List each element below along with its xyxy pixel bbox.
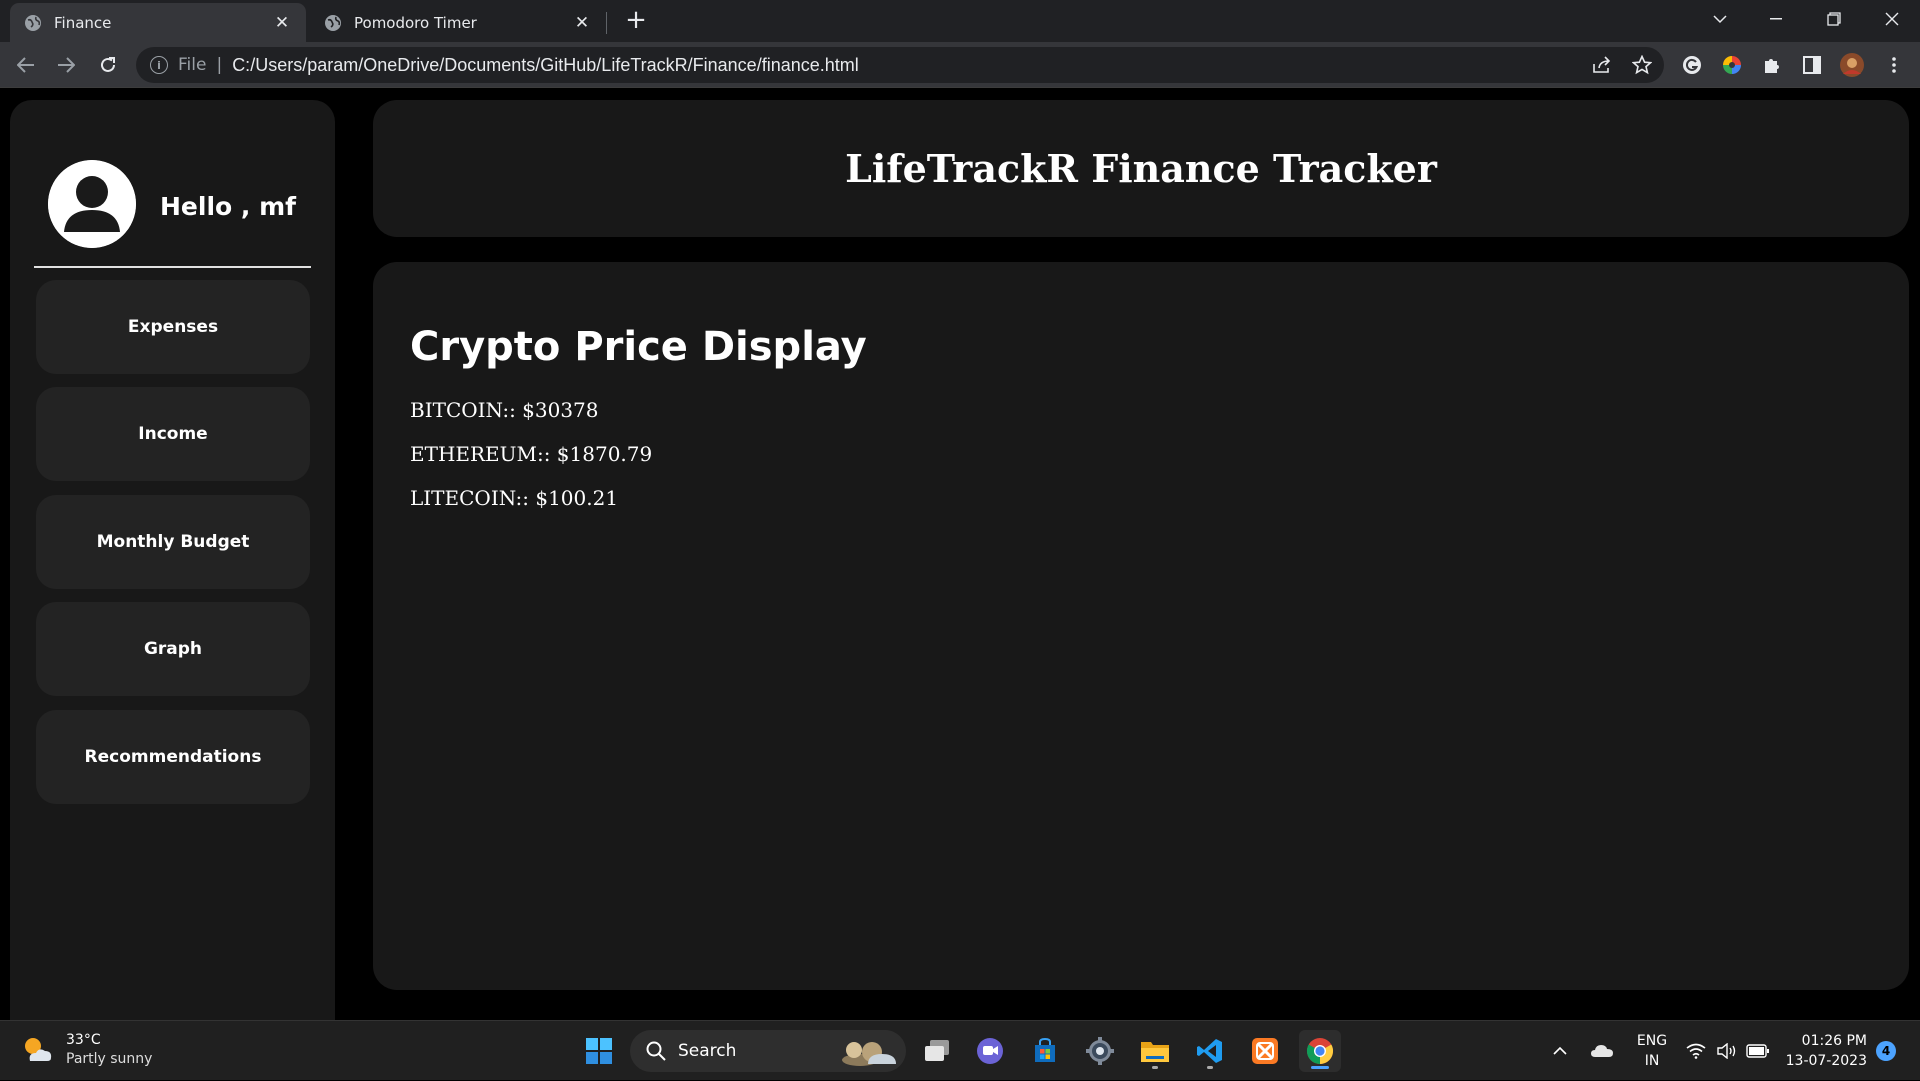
clock-time: 01:26 PM xyxy=(1801,1033,1867,1049)
address-bar[interactable]: i File | C:/Users/param/OneDrive/Documen… xyxy=(136,47,1664,83)
tab-title: Finance xyxy=(54,13,112,32)
browser-toolbar: i File | C:/Users/param/OneDrive/Documen… xyxy=(0,42,1920,88)
taskbar: 33°C Partly sunny Search ENG IN 01:26 PM… xyxy=(0,1020,1920,1080)
tab-search-icon[interactable] xyxy=(1692,0,1748,38)
grammarly-extension-icon[interactable] xyxy=(1674,47,1710,83)
minimize-button[interactable] xyxy=(1748,0,1804,38)
weather-widget[interactable]: 33°C Partly sunny xyxy=(20,1031,152,1069)
greeting-text: Hello , mf xyxy=(160,192,297,221)
sidebar-item-expenses[interactable]: Expenses xyxy=(36,280,310,374)
taskbar-search-box[interactable]: Search xyxy=(630,1030,906,1072)
globe-icon xyxy=(24,14,42,32)
restore-button[interactable] xyxy=(1806,0,1862,38)
color-picker-extension-icon[interactable] xyxy=(1714,47,1750,83)
header-card: LifeTrackR Finance Tracker xyxy=(373,100,1909,237)
onedrive-cloud-icon[interactable] xyxy=(1590,1021,1614,1081)
language-code: ENG xyxy=(1636,1033,1668,1049)
running-indicator xyxy=(1311,1066,1329,1069)
wifi-icon[interactable] xyxy=(1686,1021,1706,1081)
task-view-icon[interactable] xyxy=(916,1030,958,1072)
bookmark-star-icon[interactable] xyxy=(1624,47,1660,83)
window-close-button[interactable] xyxy=(1864,0,1920,38)
back-arrow-icon[interactable] xyxy=(10,49,42,81)
search-label: Search xyxy=(678,1041,737,1061)
globe-icon xyxy=(324,14,342,32)
new-tab-button[interactable]: + xyxy=(622,6,650,34)
sidebar-divider xyxy=(34,266,311,268)
volume-icon[interactable] xyxy=(1716,1021,1738,1081)
clock-date: 13-07-2023 xyxy=(1785,1053,1867,1069)
weather-temperature: 33°C xyxy=(66,1032,101,1048)
scheme-label: File xyxy=(178,55,207,75)
microsoft-store-icon[interactable] xyxy=(1024,1030,1066,1072)
page-viewport: Hello , mf Expenses Income Monthly Budge… xyxy=(0,88,1920,1030)
teams-chat-icon[interactable] xyxy=(969,1030,1011,1072)
price-bitcoin: BITCOIN:: $30378 xyxy=(410,398,599,422)
search-icon xyxy=(646,1041,666,1061)
language-region: IN xyxy=(1644,1053,1660,1069)
xampp-icon[interactable] xyxy=(1244,1030,1286,1072)
running-indicator xyxy=(1207,1066,1213,1069)
sidebar-item-recommendations[interactable]: Recommendations xyxy=(36,710,310,804)
running-indicator xyxy=(1152,1066,1158,1069)
sidebar-item-income[interactable]: Income xyxy=(36,387,310,481)
weather-condition: Partly sunny xyxy=(66,1051,153,1067)
vscode-icon[interactable] xyxy=(1189,1030,1231,1072)
forward-arrow-icon[interactable] xyxy=(50,49,82,81)
file-explorer-icon[interactable] xyxy=(1134,1030,1176,1072)
profile-avatar-icon[interactable] xyxy=(1834,47,1870,83)
sidebar-item-monthly-budget[interactable]: Monthly Budget xyxy=(36,495,310,589)
info-icon[interactable]: i xyxy=(150,56,168,74)
tab-title: Pomodoro Timer xyxy=(354,13,477,32)
search-highlight-icon xyxy=(838,1034,900,1068)
reload-icon[interactable] xyxy=(92,49,124,81)
side-panel-icon[interactable] xyxy=(1794,47,1830,83)
sidebar: Hello , mf Expenses Income Monthly Budge… xyxy=(10,100,335,1030)
battery-icon[interactable] xyxy=(1746,1021,1770,1081)
sidebar-item-graph[interactable]: Graph xyxy=(36,602,310,696)
price-litecoin: LITECOIN:: $100.21 xyxy=(410,486,619,510)
windows-start-icon[interactable] xyxy=(578,1030,620,1072)
url-text[interactable]: C:/Users/param/OneDrive/Documents/GitHub… xyxy=(232,55,859,76)
tab-separator xyxy=(606,12,607,34)
partly-sunny-icon xyxy=(20,1033,54,1067)
page-title: LifeTrackR Finance Tracker xyxy=(845,146,1437,191)
user-avatar-icon[interactable] xyxy=(48,160,136,248)
tab-finance[interactable]: Finance ✕ xyxy=(10,3,306,42)
extensions-puzzle-icon[interactable] xyxy=(1754,47,1790,83)
system-clock[interactable]: 01:26 PM 13-07-2023 xyxy=(1785,1031,1867,1071)
close-icon[interactable]: ✕ xyxy=(272,13,292,33)
crypto-panel: Crypto Price Display BITCOIN:: $30378 ET… xyxy=(373,262,1909,990)
language-indicator[interactable]: ENG IN xyxy=(1633,1031,1671,1071)
notification-badge[interactable]: 4 xyxy=(1876,1041,1896,1061)
close-icon[interactable]: ✕ xyxy=(572,13,592,33)
show-hidden-icons-chevron-icon[interactable] xyxy=(1552,1021,1568,1081)
chrome-icon[interactable] xyxy=(1299,1030,1341,1072)
settings-gear-icon[interactable] xyxy=(1079,1030,1121,1072)
share-icon[interactable] xyxy=(1584,47,1620,83)
omnibox-divider: | xyxy=(216,55,223,75)
more-menu-icon[interactable] xyxy=(1876,47,1912,83)
price-ethereum: ETHEREUM:: $1870.79 xyxy=(410,442,653,466)
browser-tab-bar: Finance ✕ Pomodoro Timer ✕ + xyxy=(0,0,1920,42)
section-heading: Crypto Price Display xyxy=(410,324,867,370)
tab-pomodoro-timer[interactable]: Pomodoro Timer ✕ xyxy=(310,3,606,42)
